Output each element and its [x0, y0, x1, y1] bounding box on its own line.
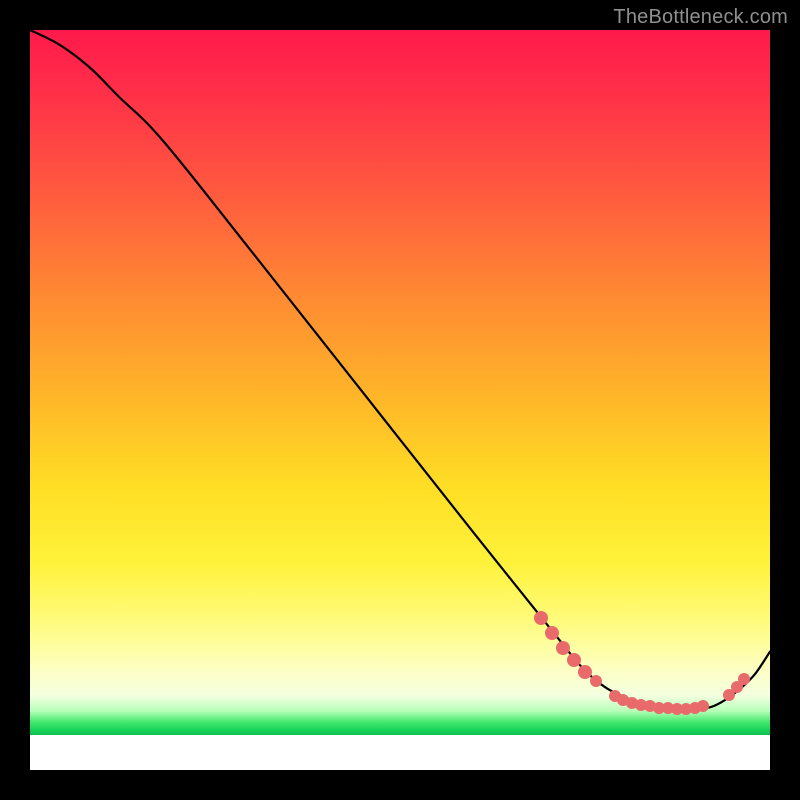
data-marker	[578, 665, 592, 679]
chart-stage: TheBottleneck.com	[0, 0, 800, 800]
data-marker	[556, 641, 570, 655]
data-marker	[534, 611, 548, 625]
data-marker	[545, 626, 559, 640]
plot-area	[30, 30, 770, 770]
data-marker	[738, 673, 750, 685]
data-marker	[697, 700, 709, 712]
watermark-text: TheBottleneck.com	[613, 6, 788, 29]
data-marker	[590, 675, 602, 687]
data-marker	[567, 653, 581, 667]
marker-layer	[30, 30, 770, 770]
